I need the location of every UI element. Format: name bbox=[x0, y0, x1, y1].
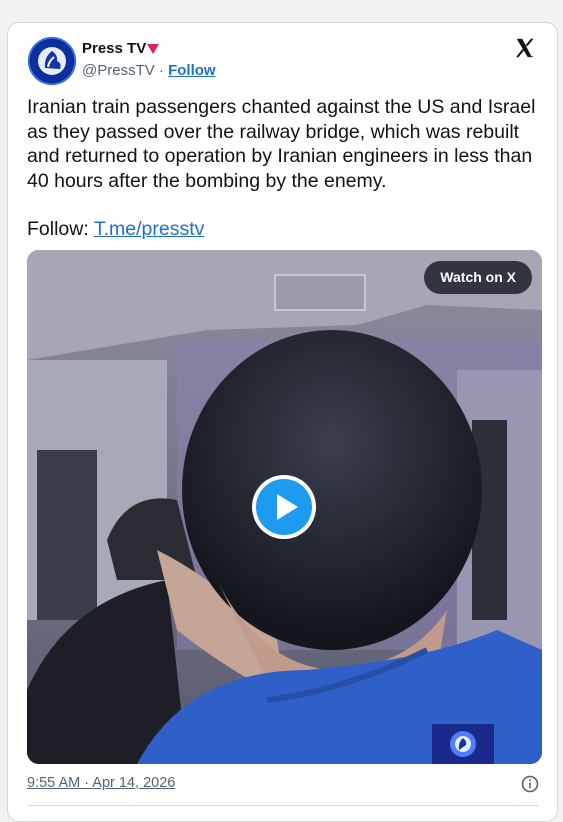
verified-triangle-icon bbox=[147, 44, 159, 54]
divider bbox=[27, 805, 538, 806]
presstv-watermark-icon bbox=[432, 724, 494, 764]
avatar[interactable] bbox=[28, 37, 76, 85]
video-player[interactable]: Watch on X bbox=[27, 250, 542, 764]
play-icon[interactable] bbox=[251, 474, 317, 540]
presstv-logo-icon bbox=[28, 37, 76, 85]
watch-on-x-button[interactable]: Watch on X bbox=[424, 261, 532, 294]
follow-link[interactable]: Follow bbox=[168, 62, 216, 79]
follow-line: Follow: T.me/presstv bbox=[27, 218, 204, 241]
account-name[interactable]: Press TV bbox=[82, 40, 146, 57]
telegram-link[interactable]: T.me/presstv bbox=[94, 218, 205, 240]
follow-prefix: Follow: bbox=[27, 218, 94, 240]
tweet-card: Press TV @PressTV · Follow Iranian train… bbox=[7, 22, 558, 822]
handle-line: @PressTV · Follow bbox=[82, 62, 216, 79]
x-logo-icon[interactable] bbox=[514, 37, 536, 59]
info-icon[interactable] bbox=[521, 775, 539, 793]
timestamp-link[interactable]: 9:55 AM · Apr 14, 2026 bbox=[27, 775, 175, 791]
tweet-text: Iranian train passengers chanted against… bbox=[27, 96, 536, 192]
account-handle[interactable]: @PressTV bbox=[82, 62, 155, 79]
separator: · bbox=[158, 62, 164, 79]
